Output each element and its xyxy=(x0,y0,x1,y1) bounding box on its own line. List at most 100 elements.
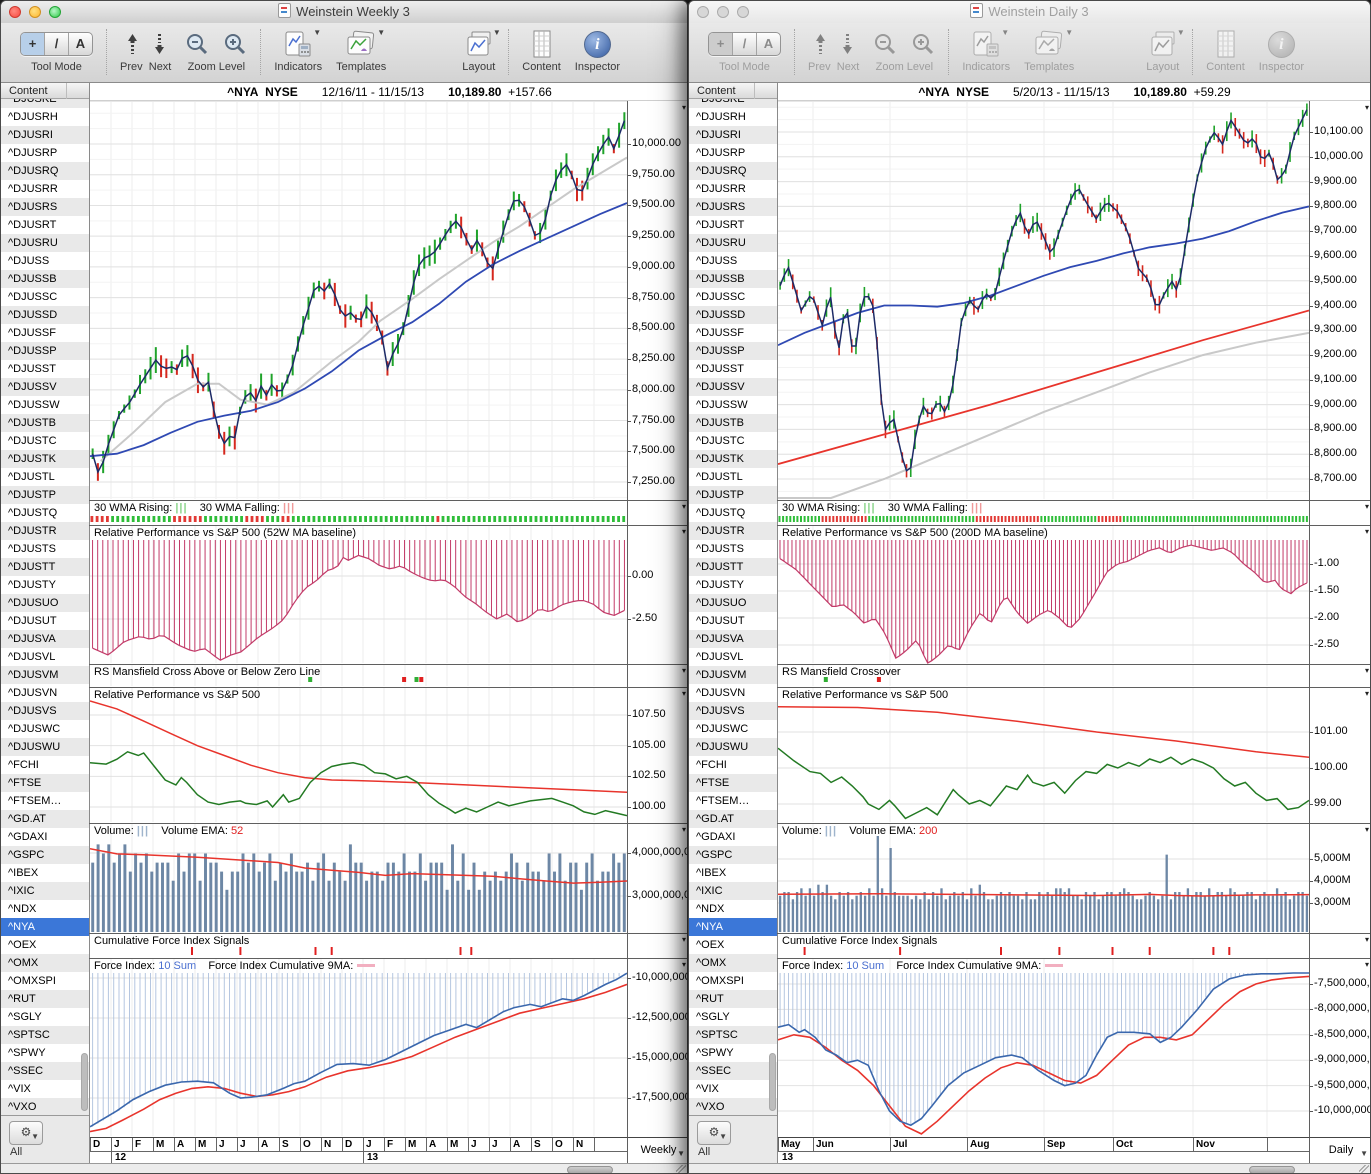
sidebar-item-djusri[interactable]: ^DJUSRI xyxy=(689,126,777,144)
titlebar[interactable]: Weinstein Daily 3 xyxy=(689,1,1370,24)
sidebar-item-djustk[interactable]: ^DJUSTK xyxy=(1,450,89,468)
sidebar-item-djustp[interactable]: ^DJUSTP xyxy=(689,486,777,504)
sidebar-item-omx[interactable]: ^OMX xyxy=(1,954,89,972)
sidebar-item-djusty[interactable]: ^DJUSTY xyxy=(1,576,89,594)
sidebar-item-djuss[interactable]: ^DJUSS xyxy=(1,252,89,270)
sidebar-header[interactable]: Content xyxy=(1,83,89,99)
pane-separator[interactable] xyxy=(777,664,1370,665)
titlebar[interactable]: Weinstein Weekly 3 xyxy=(1,1,687,24)
sidebar-item-djustc[interactable]: ^DJUSTC xyxy=(689,432,777,450)
pane-collapse-icon[interactable]: ▾ xyxy=(682,104,686,112)
gear-button[interactable]: ⚙ ▼ xyxy=(697,1121,731,1145)
sidebar-item-vix[interactable]: ^VIX xyxy=(1,1080,89,1098)
pane-collapse-icon[interactable]: ▾ xyxy=(1365,667,1369,675)
sidebar-item-gdat[interactable]: ^GD.AT xyxy=(1,810,89,828)
sidebar-item-djusvn[interactable]: ^DJUSVN xyxy=(689,684,777,702)
sidebar-item-sptsc[interactable]: ^SPTSC xyxy=(1,1026,89,1044)
sidebar-item-omx[interactable]: ^OMX xyxy=(689,954,777,972)
scrollbar-thumb[interactable] xyxy=(1249,1166,1295,1173)
sidebar-item-djusut[interactable]: ^DJUSUT xyxy=(1,612,89,630)
timeframe-dropdown[interactable]: Weekly ▼ xyxy=(627,1137,687,1163)
zoom-button[interactable] xyxy=(49,6,61,18)
prev-icon[interactable] xyxy=(126,32,139,56)
sidebar-item-djustp[interactable]: ^DJUSTP xyxy=(1,486,89,504)
pane-collapse-icon[interactable]: ▾ xyxy=(1365,503,1369,511)
gear-button[interactable]: ⚙ ▼ xyxy=(9,1121,43,1145)
sidebar-item-djusrp[interactable]: ^DJUSRP xyxy=(1,144,89,162)
horizontal-scrollbar[interactable] xyxy=(1,1163,687,1173)
pane-collapse-icon[interactable]: ▾ xyxy=(1365,528,1369,536)
sidebar-item-ixic[interactable]: ^IXIC xyxy=(689,882,777,900)
sidebar-item-djussc[interactable]: ^DJUSSC xyxy=(689,288,777,306)
pane-separator[interactable] xyxy=(777,500,1370,501)
trendline-tool-icon[interactable]: / xyxy=(45,33,69,55)
pane-separator[interactable] xyxy=(89,664,687,665)
pane-collapse-icon[interactable]: ▾ xyxy=(682,690,686,698)
layout-icon[interactable]: ▼ xyxy=(465,28,501,58)
sidebar-item-djusvm[interactable]: ^DJUSVM xyxy=(1,666,89,684)
sidebar-item-djusuo[interactable]: ^DJUSUO xyxy=(1,594,89,612)
indicators-icon[interactable]: ▼ xyxy=(971,28,1009,58)
sidebar-item-djusst[interactable]: ^DJUSST xyxy=(1,360,89,378)
sidebar-item-djussv[interactable]: ^DJUSSV xyxy=(1,378,89,396)
sidebar-item-djusrt[interactable]: ^DJUSRT xyxy=(689,216,777,234)
sidebar-item-djussb[interactable]: ^DJUSSB xyxy=(689,270,777,288)
sidebar-item-vxo[interactable]: ^VXO xyxy=(689,1098,777,1115)
pane-separator[interactable] xyxy=(89,525,687,526)
pane-separator[interactable] xyxy=(89,823,687,824)
sidebar-item-djusrh[interactable]: ^DJUSRH xyxy=(1,108,89,126)
inspector-icon[interactable]: i xyxy=(1267,30,1295,58)
inspector-icon[interactable]: i xyxy=(583,30,611,58)
sidebar-item-omxspi[interactable]: ^OMXSPI xyxy=(1,972,89,990)
horizontal-scrollbar[interactable] xyxy=(689,1163,1370,1173)
next-icon[interactable] xyxy=(153,32,166,56)
sidebar-item-djustt[interactable]: ^DJUSTT xyxy=(1,558,89,576)
pane-separator[interactable] xyxy=(777,823,1370,824)
sidebar-item-djusvl[interactable]: ^DJUSVL xyxy=(689,648,777,666)
sidebar-item-djussd[interactable]: ^DJUSSD xyxy=(689,306,777,324)
sidebar-item-gspc[interactable]: ^GSPC xyxy=(689,846,777,864)
sidebar-item-djustr[interactable]: ^DJUSTR xyxy=(689,522,777,540)
sidebar-item-djusri[interactable]: ^DJUSRI xyxy=(1,126,89,144)
symbol-list[interactable]: ^DJUSKE ^DJUSRH ^DJUSRI ^DJUSRP ^DJUSRQ ^DJUS… xyxy=(689,99,777,1116)
zoom-out-icon[interactable] xyxy=(185,32,209,56)
sidebar-item-djussp[interactable]: ^DJUSSP xyxy=(1,342,89,360)
sidebar-item-djussf[interactable]: ^DJUSSF xyxy=(689,324,777,342)
sidebar-item-djussw[interactable]: ^DJUSSW xyxy=(689,396,777,414)
price-axis-column[interactable]: 10,100.00 10,000.00 9,900.00 9,800.00 9,700.… xyxy=(1309,1,1370,1163)
sidebar-item-djusvn[interactable]: ^DJUSVN xyxy=(1,684,89,702)
sidebar-item-djussv[interactable]: ^DJUSSV xyxy=(689,378,777,396)
sidebar-item-ndx[interactable]: ^NDX xyxy=(1,900,89,918)
chart-canvas[interactable] xyxy=(90,101,627,1137)
sidebar-item-ssec[interactable]: ^SSEC xyxy=(1,1062,89,1080)
scrollbar-thumb[interactable] xyxy=(567,1166,613,1173)
sidebar-item-djustc[interactable]: ^DJUSTC xyxy=(1,432,89,450)
trendline-tool-icon[interactable]: / xyxy=(733,33,757,55)
sidebar-item-djusts[interactable]: ^DJUSTS xyxy=(1,540,89,558)
sidebar-item-djussp[interactable]: ^DJUSSP xyxy=(689,342,777,360)
zoom-out-icon[interactable] xyxy=(873,32,897,56)
sidebar-item-rut[interactable]: ^RUT xyxy=(1,990,89,1008)
sidebar-item-djuswc[interactable]: ^DJUSWC xyxy=(689,720,777,738)
sidebar-item-djussd[interactable]: ^DJUSSD xyxy=(1,306,89,324)
sidebar-item-ftsem[interactable]: ^FTSEM… xyxy=(689,792,777,810)
pane-collapse-icon[interactable]: ▾ xyxy=(1365,104,1369,112)
sidebar-item-vix[interactable]: ^VIX xyxy=(689,1080,777,1098)
tool-mode-segmented[interactable]: + / A xyxy=(708,32,781,56)
text-tool-icon[interactable]: A xyxy=(757,33,780,55)
sidebar-item-vxo[interactable]: ^VXO xyxy=(1,1098,89,1115)
sidebar-item-djusrp[interactable]: ^DJUSRP xyxy=(689,144,777,162)
tool-mode-segmented[interactable]: + / A xyxy=(20,32,93,56)
sidebar-item-spwy[interactable]: ^SPWY xyxy=(1,1044,89,1062)
sidebar-item-gspc[interactable]: ^GSPC xyxy=(1,846,89,864)
sidebar-item-oex[interactable]: ^OEX xyxy=(689,936,777,954)
sidebar-item-djuswu[interactable]: ^DJUSWU xyxy=(689,738,777,756)
sidebar-item-djustb[interactable]: ^DJUSTB xyxy=(1,414,89,432)
chart-canvas[interactable] xyxy=(778,101,1309,1137)
pane-collapse-icon[interactable]: ▾ xyxy=(682,503,686,511)
pane-separator[interactable] xyxy=(777,687,1370,688)
sidebar-item-djusst[interactable]: ^DJUSST xyxy=(689,360,777,378)
sidebar-item-djustb[interactable]: ^DJUSTB xyxy=(689,414,777,432)
sidebar-item-sgly[interactable]: ^SGLY xyxy=(1,1008,89,1026)
pane-separator[interactable] xyxy=(777,958,1370,959)
